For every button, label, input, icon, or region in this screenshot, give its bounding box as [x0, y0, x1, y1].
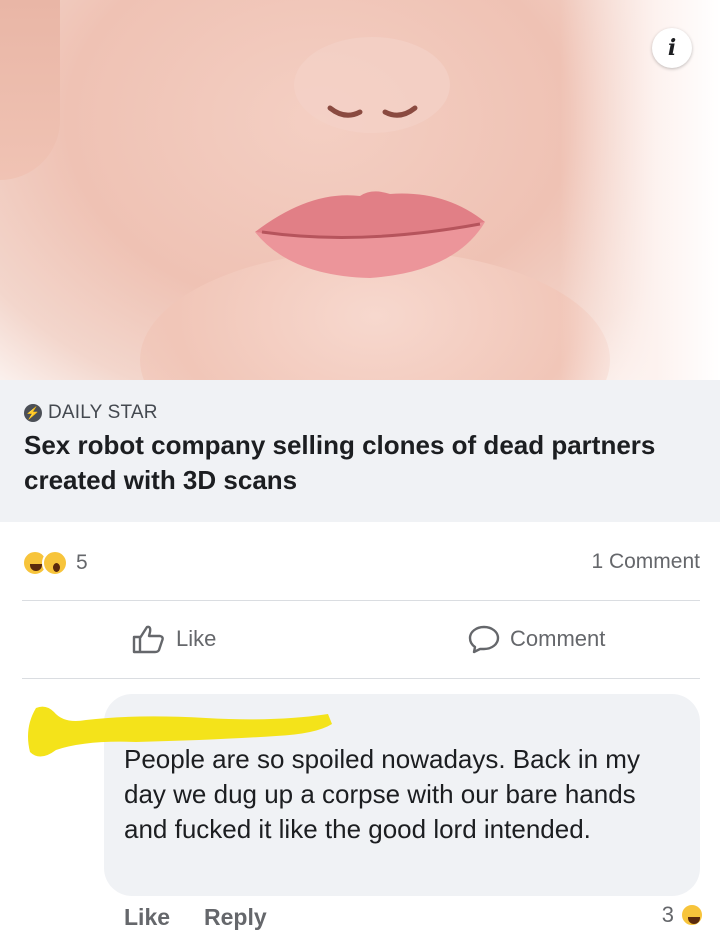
like-label: Like: [176, 626, 217, 651]
thumbs-up-icon: [132, 625, 164, 654]
bolt-icon: ⚡: [24, 404, 42, 422]
link-source: ⚡ DAILY STAR: [24, 402, 158, 424]
speech-bubble-icon: [468, 625, 500, 654]
comment-count-link[interactable]: 1 Comment: [591, 550, 700, 574]
comment-reaction-count: 3: [661, 902, 674, 927]
wow-emoji-icon: [42, 550, 68, 576]
link-source-label: DAILY STAR: [48, 402, 158, 423]
comment-actions: Like Reply: [124, 904, 267, 931]
reaction-summary[interactable]: 5: [22, 550, 88, 576]
comment-button[interactable]: Comment: [468, 624, 605, 654]
comment-like-button[interactable]: Like: [124, 904, 170, 931]
post-stats: 5 1 Comment: [0, 540, 720, 586]
comment-reply-button[interactable]: Reply: [204, 904, 267, 931]
link-headline[interactable]: Sex robot company selling clones of dead…: [24, 428, 684, 498]
reaction-count: 5: [76, 551, 88, 574]
comment-label: Comment: [510, 626, 606, 651]
post-actions: Like Comment: [0, 616, 720, 666]
comment-text: People are so spoiled nowadays. Back in …: [124, 744, 640, 844]
haha-emoji-icon: [680, 903, 704, 927]
image-fade: [560, 0, 720, 380]
comment-reactions[interactable]: 3: [662, 902, 704, 928]
comment: People are so spoiled nowadays. Back in …: [0, 688, 720, 944]
like-button[interactable]: Like: [132, 624, 216, 654]
divider: [22, 600, 700, 601]
post-image[interactable]: i: [0, 0, 720, 380]
divider: [22, 678, 700, 679]
info-icon[interactable]: i: [652, 28, 692, 68]
